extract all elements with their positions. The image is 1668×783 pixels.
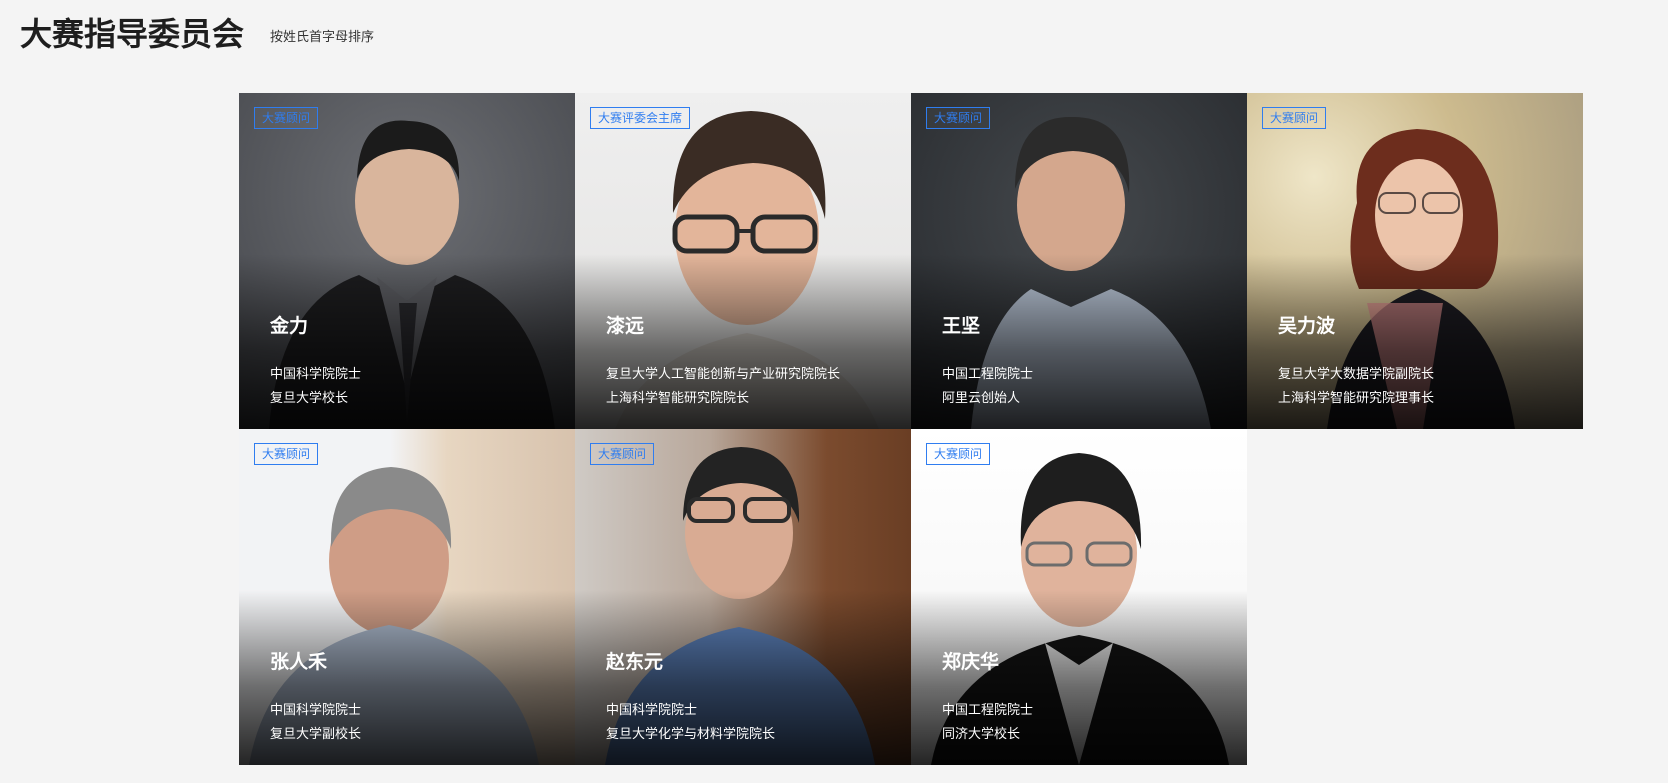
member-card[interactable]: 大赛顾问 赵东元 中国科学院院士 复旦大学化学与材料学院院长 bbox=[575, 429, 911, 765]
role-badge: 大赛顾问 bbox=[926, 107, 991, 129]
role-badge: 大赛顾问 bbox=[254, 443, 319, 465]
member-title-line2: 阿里云创始人 bbox=[942, 391, 1021, 406]
member-card[interactable]: 大赛评委会主席 漆远 复旦大学人工智能创新与产业研究院院长 上海科学智能研究院院… bbox=[575, 93, 911, 429]
member-card[interactable]: 大赛顾问 王坚 中国工程院院士 阿里云创始人 bbox=[911, 93, 1247, 429]
page-title: 大赛指导委员会 bbox=[20, 15, 245, 53]
member-title-line1: 中国工程院院士 bbox=[942, 703, 1034, 718]
member-name: 吴力波 bbox=[1278, 315, 1336, 337]
role-badge: 大赛顾问 bbox=[1262, 107, 1327, 129]
sort-note: 按姓氏首字母排序 bbox=[270, 29, 375, 45]
member-title-line2: 复旦大学副校长 bbox=[270, 727, 362, 742]
member-title-line1: 复旦大学人工智能创新与产业研究院院长 bbox=[606, 367, 841, 382]
member-name: 金力 bbox=[270, 315, 309, 337]
member-name: 王坚 bbox=[942, 315, 981, 337]
member-name: 漆远 bbox=[606, 315, 645, 337]
member-card[interactable]: 大赛顾问 张人禾 中国科学院院士 复旦大学副校长 bbox=[239, 429, 575, 765]
member-title-line1: 中国工程院院士 bbox=[942, 367, 1034, 382]
role-badge: 大赛顾问 bbox=[926, 443, 991, 465]
member-name: 赵东元 bbox=[606, 651, 664, 673]
member-card[interactable]: 大赛顾问 吴力波 复旦大学大数据学院副院长 上海科学智能研究院理事长 bbox=[1247, 93, 1583, 429]
member-name: 张人禾 bbox=[270, 651, 328, 673]
page-header: 大赛指导委员会 按姓氏首字母排序 bbox=[20, 10, 374, 54]
member-title-line2: 上海科学智能研究院院长 bbox=[606, 391, 750, 406]
member-card[interactable]: 大赛顾问 郑庆华 中国工程院院士 同济大学校长 bbox=[911, 429, 1247, 765]
member-title-line1: 中国科学院院士 bbox=[270, 367, 362, 382]
member-card[interactable]: 大赛顾问 金力 中国科学院院士 复旦大学校长 bbox=[239, 93, 575, 429]
member-title-line2: 上海科学智能研究院理事长 bbox=[1278, 391, 1435, 406]
member-title-line2: 复旦大学校长 bbox=[270, 391, 349, 406]
member-title-line1: 中国科学院院士 bbox=[606, 703, 698, 718]
member-title-line1: 中国科学院院士 bbox=[270, 703, 362, 718]
committee-grid: 大赛顾问 金力 中国科学院院士 复旦大学校长 大赛评委会主席 漆远 复旦大学人工… bbox=[239, 93, 1583, 765]
role-badge: 大赛顾问 bbox=[590, 443, 655, 465]
member-title-line1: 复旦大学大数据学院副院长 bbox=[1278, 367, 1435, 382]
role-badge: 大赛评委会主席 bbox=[590, 107, 691, 129]
member-title-line2: 同济大学校长 bbox=[942, 727, 1021, 742]
member-name: 郑庆华 bbox=[942, 651, 1000, 673]
member-title-line2: 复旦大学化学与材料学院院长 bbox=[606, 727, 776, 742]
role-badge: 大赛顾问 bbox=[254, 107, 319, 129]
